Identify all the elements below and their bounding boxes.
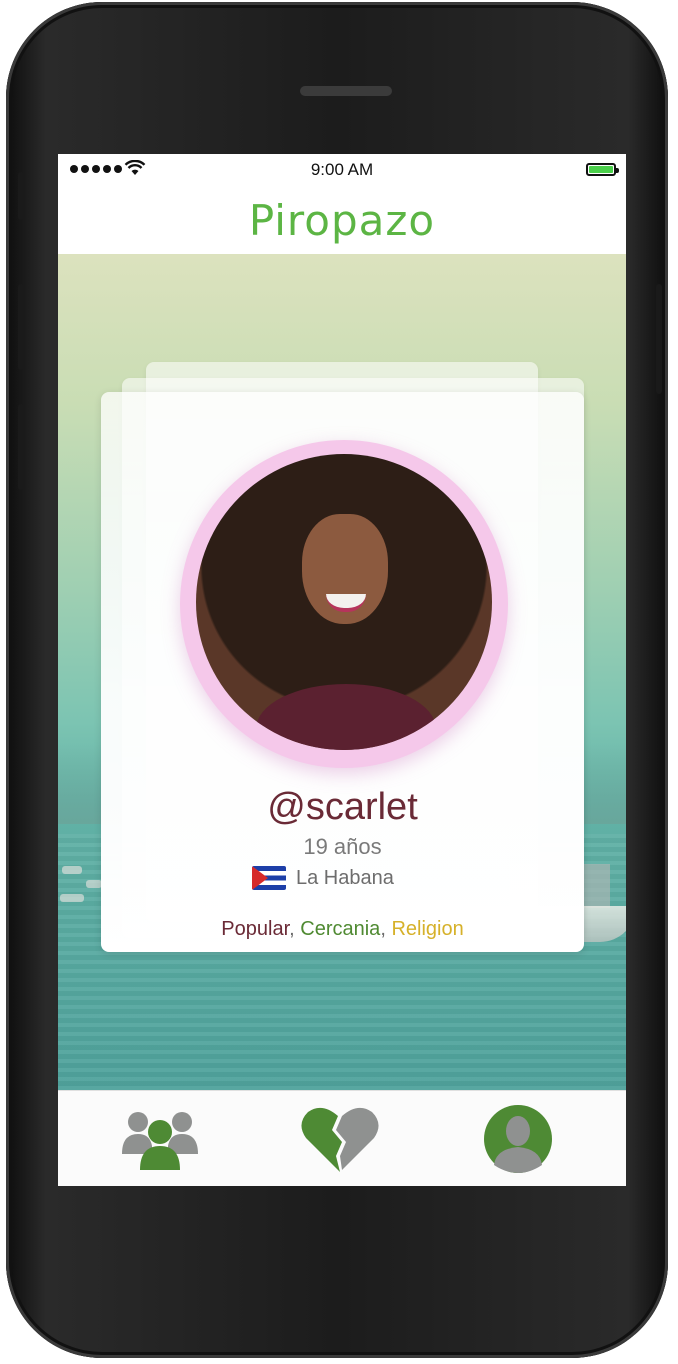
- app-logo: Piropazo: [248, 195, 436, 245]
- broken-heart-icon: [301, 1107, 379, 1172]
- cuba-flag-icon: [252, 866, 286, 890]
- tab-matches[interactable]: [298, 1101, 382, 1177]
- app-screen: 9:00 AM Piropazo @scarlet 19 años La Hab…: [58, 154, 626, 1186]
- tag-cercania: Cercania: [300, 918, 381, 940]
- tab-bar: [58, 1090, 626, 1186]
- user-profile-icon: [484, 1105, 552, 1173]
- tag-religion: Religion: [391, 918, 464, 940]
- app-header: Piropazo: [58, 186, 626, 255]
- mute-switch: [18, 172, 24, 220]
- volume-down-button: [18, 404, 24, 490]
- tag-popular: Popular: [221, 918, 290, 940]
- tab-people[interactable]: [118, 1101, 202, 1177]
- profile-age: 19 años: [303, 834, 382, 859]
- tag-separator: ,: [289, 918, 301, 940]
- tab-profile[interactable]: [476, 1101, 560, 1177]
- profile-city: La Habana: [296, 866, 394, 889]
- tag-separator: ,: [380, 918, 392, 940]
- profile-avatar[interactable]: [196, 454, 492, 750]
- status-time: 9:00 AM: [310, 160, 374, 179]
- earpiece-speaker: [300, 86, 392, 96]
- battery-icon: [586, 163, 619, 176]
- profile-location: La Habana: [252, 866, 394, 890]
- people-icon: [122, 1112, 198, 1170]
- volume-up-button: [18, 284, 24, 370]
- status-bar: 9:00 AM: [58, 154, 626, 186]
- home-button[interactable]: [280, 1220, 400, 1310]
- profile-tags: Popular, Cercania, Religion: [101, 918, 584, 941]
- power-button: [656, 284, 662, 394]
- profile-username: @scarlet: [267, 786, 418, 828]
